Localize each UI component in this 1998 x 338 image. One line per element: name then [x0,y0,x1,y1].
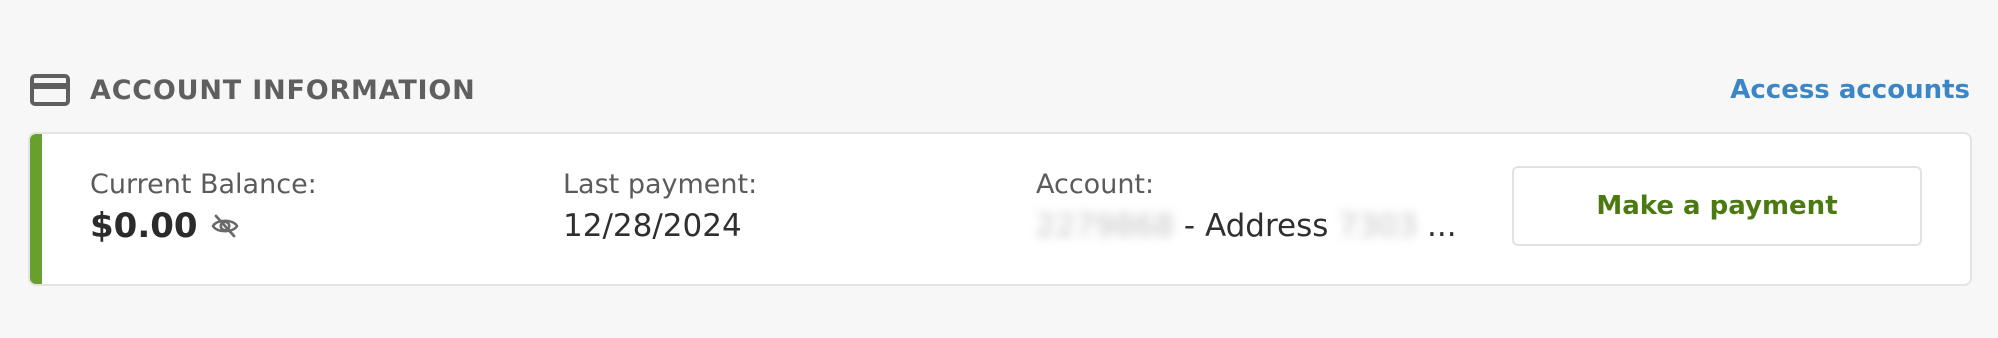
section-header: ACCOUNT INFORMATION Access accounts [30,70,1970,110]
account-number-masked: 2279868 [1036,208,1175,244]
last-payment-label: Last payment: [563,169,758,200]
account-summary-card: Current Balance: $0.00 Last payment: 12/… [28,132,1972,286]
access-accounts-link[interactable]: Access accounts [1730,75,1970,105]
make-payment-button[interactable]: Make a payment [1512,166,1922,246]
account-label: Account: [1036,169,1155,200]
account-value: 2279868 - Address 7303 ... [1036,206,1457,246]
account-ellipsis: ... [1417,208,1457,244]
current-balance-field: Current Balance: $0.00 [90,168,317,246]
eye-off-icon[interactable] [210,212,240,240]
last-payment-date: 12/28/2024 [563,208,742,244]
status-accent-bar [30,134,42,284]
account-field: Account: 2279868 - Address 7303 ... [1036,168,1457,246]
account-address-masked: 7303 [1338,208,1418,244]
last-payment-field: Last payment: 12/28/2024 [563,168,757,246]
current-balance-value-row: $0.00 [90,206,317,246]
account-separator: - Address [1174,208,1339,244]
current-balance-amount: $0.00 [90,206,198,246]
account-information-section: ACCOUNT INFORMATION Access accounts Curr… [0,0,1998,338]
current-balance-label: Current Balance: [90,169,317,200]
credit-card-icon [30,73,70,107]
section-title: ACCOUNT INFORMATION [90,74,476,106]
